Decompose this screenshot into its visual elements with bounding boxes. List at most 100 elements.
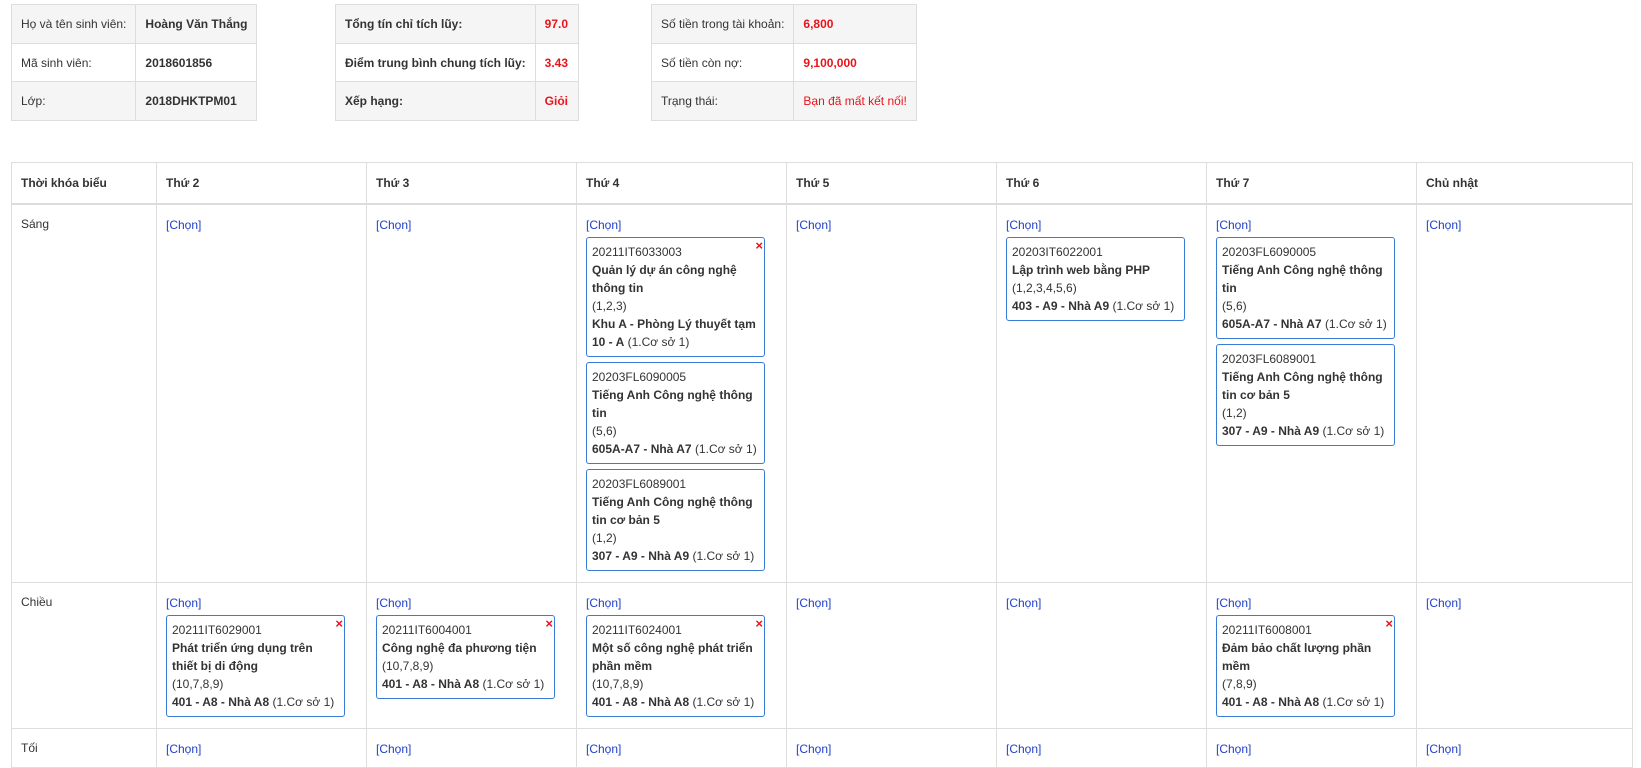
status-label: Trạng thái: [650,81,795,121]
day-slot: [Chọn] 20203IT6022001 Lập trình web bằng P… [996,203,1207,583]
course-location: 307 - A9 - Nhà A9 (1.Cơ sở 1) [592,547,759,565]
course-periods: (10,7,8,9) [592,677,644,691]
gpa-value: 3.43 [534,43,579,82]
debt-label: Số tiền còn nợ: [650,43,795,82]
info-row-credits: Tổng tín chỉ tích lũy: 97.0 [335,4,579,44]
day-slot: [Chọn] [366,728,577,768]
timetable: Thời khóa biểu Thứ 2 Thứ 3 Thứ 4 Thứ 5 Thứ 6… [11,162,1633,768]
course-campus: (1.Cơ sở 1) [272,695,335,709]
course-periods: (1,2) [592,531,617,545]
delete-icon[interactable]: × [755,617,763,630]
course-room: 605A-A7 - Nhà A7 [1222,317,1322,331]
pick-link[interactable]: [Chọn] [1216,741,1408,757]
pick-link[interactable]: [Chọn] [166,595,358,611]
course-periods: (5,6) [1222,299,1247,313]
day-slot: [Chọn] [996,582,1207,729]
course-room: 401 - A8 - Nhà A8 [1222,695,1320,709]
pick-link[interactable]: [Chọn] [1006,595,1198,611]
pick-link[interactable]: [Chọn] [586,741,778,757]
student-name-label: Họ và tên sinh viên: [10,4,137,44]
pick-link[interactable]: [Chọn] [586,595,778,611]
pick-link[interactable]: [Chọn] [586,217,778,233]
pick-link[interactable]: [Chọn] [1426,217,1624,233]
course-campus: (1.Cơ sở 1) [627,335,690,349]
course-card[interactable]: 20203IT6022001 Lập trình web bằng PHP (1,2… [1006,237,1185,321]
course-card[interactable]: × 20211IT6024001 Một số công nghệ phát tri… [586,615,765,717]
course-room: 307 - A9 - Nhà A9 [1222,424,1320,438]
debt-value: 9,100,000 [793,43,917,82]
pick-link[interactable]: [Chọn] [1426,595,1624,611]
course-name: Lập trình web bằng PHP [1012,263,1151,277]
course-location: Khu A - Phòng Lý thuyết tạm 10 - A (1.Cơ… [592,315,759,351]
pick-link[interactable]: [Chọn] [796,217,988,233]
academic-info-table: Tổng tín chỉ tích lũy: 97.0 Điểm trung b… [335,4,579,121]
course-campus: (1.Cơ sở 1) [1322,695,1385,709]
info-row-gpa: Điểm trung bình chung tích lũy: 3.43 [335,43,579,82]
day-slot: [Chọn] [1206,728,1417,768]
info-row-rank: Xếp hạng: Giỏi [335,81,579,121]
course-card[interactable]: × 20211IT6008001 Đảm bảo chất lượng phần m… [1216,615,1395,717]
pick-link[interactable]: [Chọn] [166,217,358,233]
pick-link[interactable]: [Chọn] [1006,741,1198,757]
course-name: Một số công nghệ phát triển phần mềm [592,641,753,673]
delete-icon[interactable]: × [755,239,763,252]
course-card[interactable]: 20203FL6089001 Tiếng Anh Công nghệ thông … [586,469,765,571]
info-row-debt: Số tiền còn nợ: 9,100,000 [650,43,917,82]
gpa-label: Điểm trung bình chung tích lũy: [335,43,536,82]
day-slot: [Chọn] × 20211IT6004001 Công nghệ đa phương… [366,582,577,729]
pick-link[interactable]: [Chọn] [1426,741,1624,757]
pick-link[interactable]: [Chọn] [1216,217,1408,233]
course-card[interactable]: 20203FL6090005 Tiếng Anh Công nghệ thông … [586,362,765,464]
session-row: Sáng [Chọn] [Chọn] [Chọn] × 20211IT6033003 Quả… [11,203,1633,583]
info-row-class: Lớp: 2018DHKTPM01 [10,81,258,121]
day-slot: [Chọn] [156,203,367,583]
credits-value: 97.0 [534,4,579,44]
course-card[interactable]: × 20211IT6033003 Quản lý dự án công nghệ t… [586,237,765,357]
delete-icon[interactable]: × [335,617,343,630]
course-card[interactable]: 20203FL6089001 Tiếng Anh Công nghệ thông … [1216,344,1395,446]
rank-value: Giỏi [534,81,579,121]
timetable-corner-header: Thời khóa biểu [11,162,157,205]
pick-link[interactable]: [Chọn] [376,217,568,233]
delete-icon[interactable]: × [545,617,553,630]
timetable-body: Sáng [Chọn] [Chọn] [Chọn] × 20211IT6033003 Quả… [11,203,1633,768]
timetable-header-row: Thời khóa biểu Thứ 2 Thứ 3 Thứ 4 Thứ 5 Thứ 6… [11,162,1633,205]
course-card[interactable]: 20203FL6090005 Tiếng Anh Công nghệ thông … [1216,237,1395,339]
course-location: 401 - A8 - Nhà A8 (1.Cơ sở 1) [1222,693,1389,711]
course-location: 605A-A7 - Nhà A7 (1.Cơ sở 1) [592,440,759,458]
pick-link[interactable]: [Chọn] [796,595,988,611]
course-location: 401 - A8 - Nhà A8 (1.Cơ sở 1) [382,675,549,693]
delete-icon[interactable]: × [1385,617,1393,630]
pick-link[interactable]: [Chọn] [166,741,358,757]
session-label: Chiều [11,582,157,729]
day-slot: [Chọn] × 20211IT6033003 Quản lý dự án công … [576,203,787,583]
course-card[interactable]: × 20211IT6029001 Phát triển ứng dụng trên … [166,615,345,717]
student-info-table: Họ và tên sinh viên: Hoàng Văn Thắng Mã … [10,4,258,121]
pick-link[interactable]: [Chọn] [1006,217,1198,233]
course-card[interactable]: × 20211IT6004001 Công nghệ đa phương tiện (… [376,615,555,699]
day-slot: [Chọn] [786,728,997,768]
course-location: 403 - A9 - Nhà A9 (1.Cơ sở 1) [1012,297,1179,315]
session-label: Tối [11,728,157,768]
course-room: 401 - A8 - Nhà A8 [172,695,270,709]
day-slot: [Chọn] [786,203,997,583]
pick-link[interactable]: [Chọn] [376,741,568,757]
day-header-1: Thứ 2 [156,162,367,205]
day-slot: [Chọn] [1416,203,1633,583]
rank-label: Xếp hạng: [335,81,536,121]
pick-link[interactable]: [Chọn] [1216,595,1408,611]
info-row-status: Trạng thái: Bạn đã mất kết nối! [650,81,917,121]
pick-link[interactable]: [Chọn] [376,595,568,611]
student-id-label: Mã sinh viên: [10,43,137,82]
class-label: Lớp: [10,81,137,121]
day-slot: [Chọn] [1416,728,1633,768]
course-room: 403 - A9 - Nhà A9 [1012,299,1110,313]
course-campus: (1.Cơ sở 1) [1112,299,1175,313]
course-code: 20203FL6089001 [592,477,687,491]
info-row-balance: Số tiền trong tài khoản: 6,800 [650,4,917,44]
credits-label: Tổng tín chỉ tích lũy: [335,4,536,44]
pick-link[interactable]: [Chọn] [796,741,988,757]
course-name: Quản lý dự án công nghệ thông tin [592,263,737,295]
course-name: Phát triển ứng dụng trên thiết bị di độn… [172,641,313,673]
day-slot: [Chọn] [996,728,1207,768]
